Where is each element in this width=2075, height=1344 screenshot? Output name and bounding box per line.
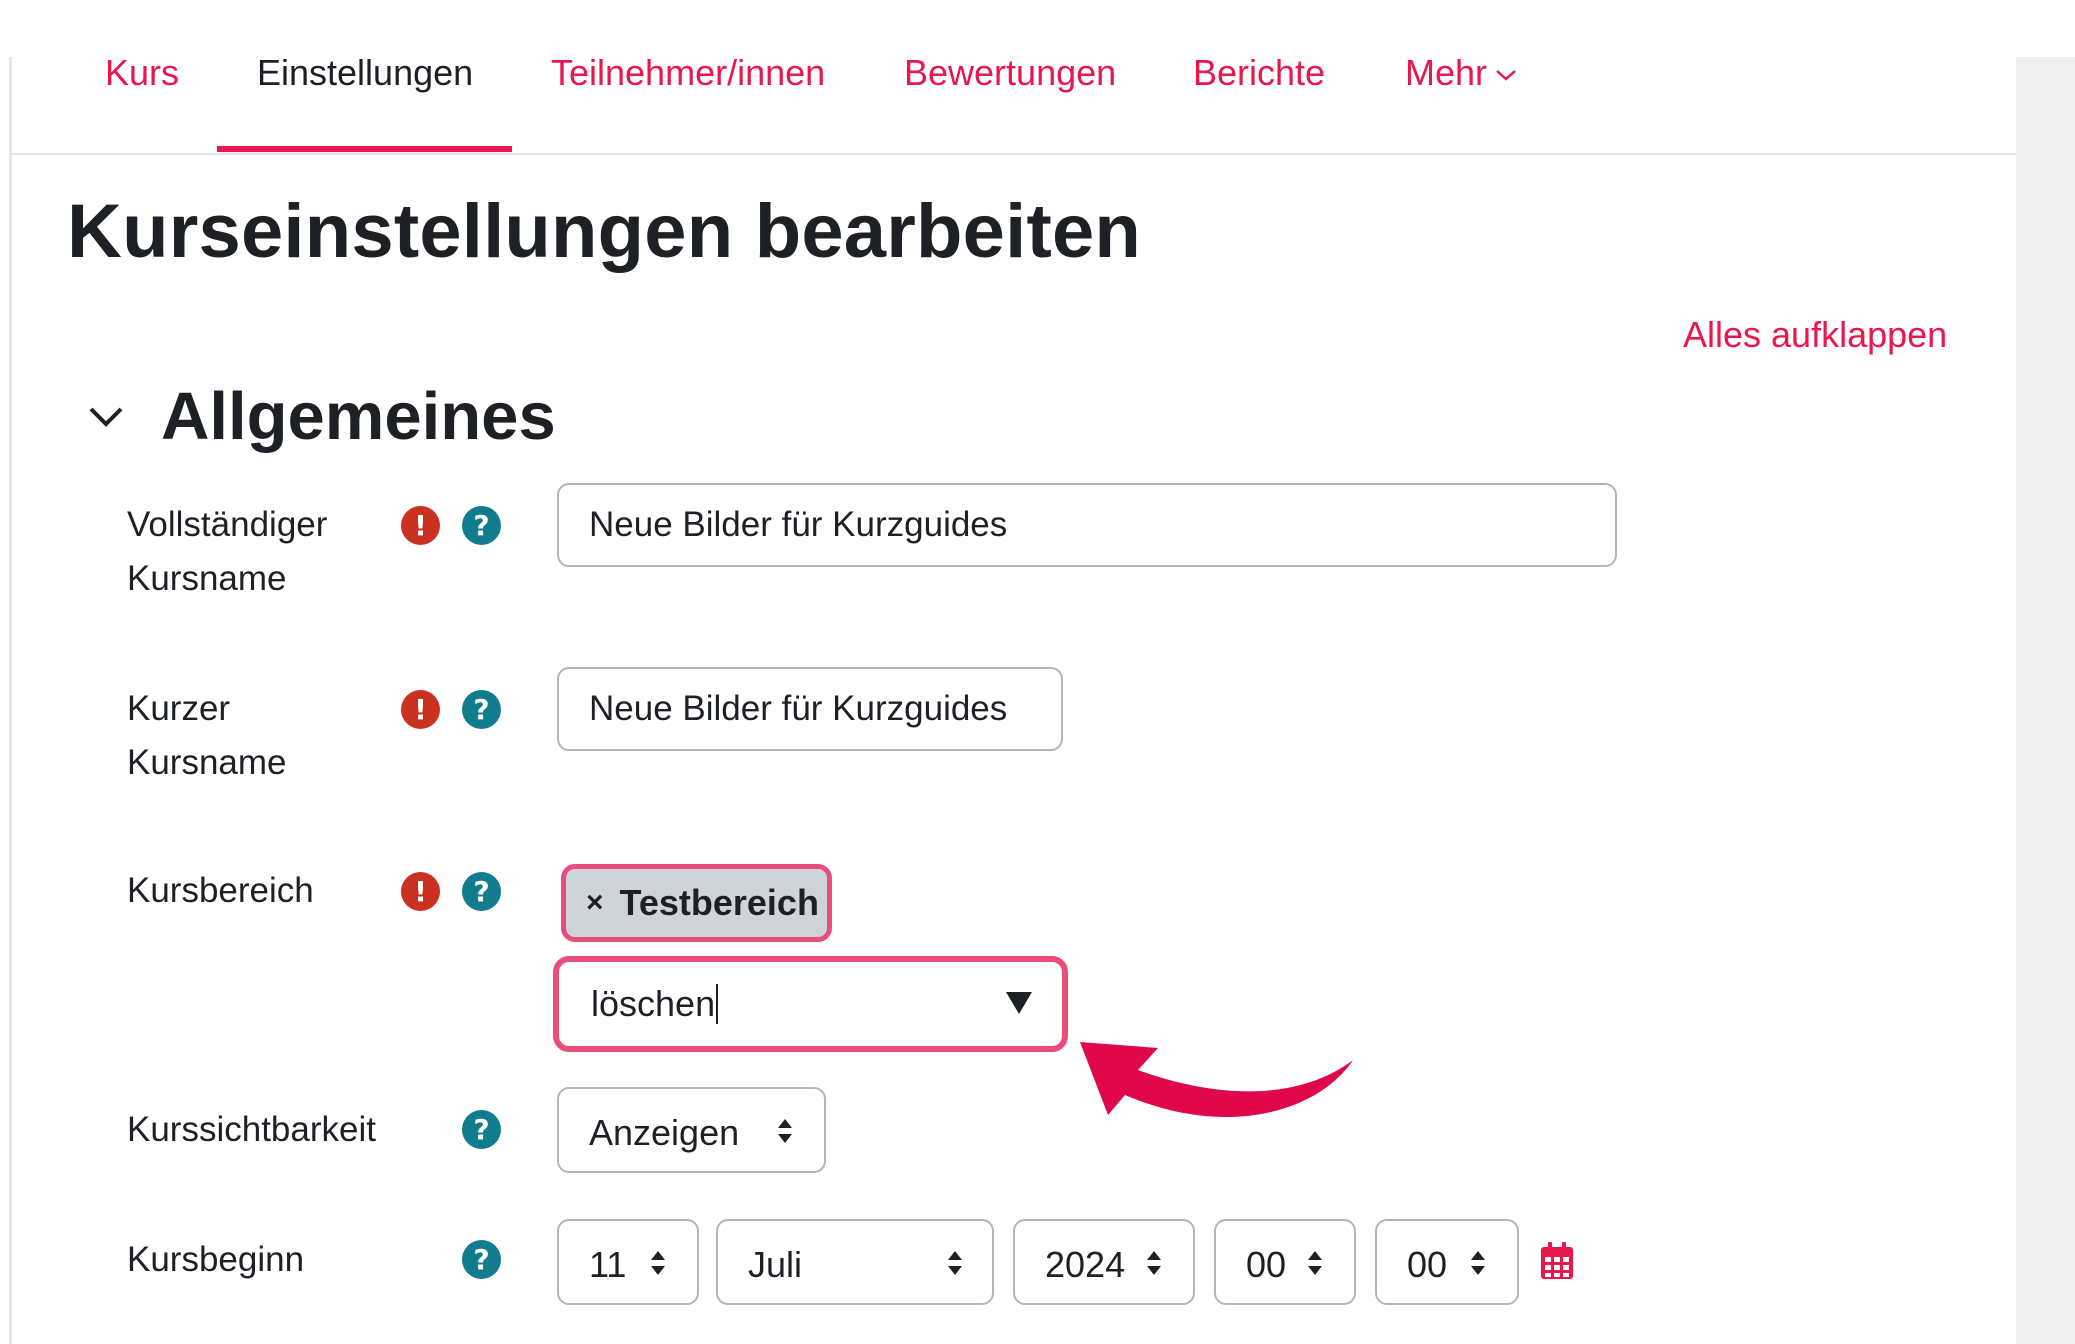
hour-select[interactable]: 00 xyxy=(1214,1219,1356,1305)
sort-updown-icon xyxy=(1147,1251,1161,1275)
category-label: Kursbereich xyxy=(127,871,314,910)
month-select[interactable]: Juli xyxy=(716,1219,994,1305)
section-header-allgemeines[interactable]: Allgemeines xyxy=(83,378,556,455)
shortname-label: Kurzer Kursname xyxy=(127,682,287,790)
category-search-text: löschen xyxy=(591,983,716,1024)
nav-berichte[interactable]: Berichte xyxy=(1193,52,1325,94)
nav-bewertungen[interactable]: Bewertungen xyxy=(904,52,1116,94)
category-search-input[interactable]: löschen xyxy=(553,956,1068,1052)
fullname-input[interactable] xyxy=(557,483,1617,567)
text-cursor xyxy=(716,984,719,1024)
fullname-label-line1: Vollständiger xyxy=(127,505,328,544)
help-icon[interactable]: ? xyxy=(462,872,501,911)
remove-tag-icon[interactable]: × xyxy=(586,886,604,920)
nav-mehr-label: Mehr xyxy=(1405,52,1488,93)
secondary-navigation: Kurs Einstellungen Teilnehmer/innen Bewe… xyxy=(12,0,2016,155)
sort-updown-icon xyxy=(651,1251,665,1275)
chevron-down-icon xyxy=(89,407,123,427)
expand-all-link[interactable]: Alles aufklappen xyxy=(1683,314,1947,356)
nav-mehr[interactable]: Mehr xyxy=(1405,52,1517,94)
sort-updown-icon xyxy=(778,1119,792,1143)
active-tab-indicator xyxy=(217,146,512,152)
year-value: 2024 xyxy=(1045,1244,1126,1285)
calendar-icon[interactable] xyxy=(1540,1242,1574,1280)
page-title: Kurseinstellungen bearbeiten xyxy=(67,189,1142,274)
day-value: 11 xyxy=(589,1244,627,1285)
day-select[interactable]: 11 xyxy=(557,1219,699,1305)
sort-updown-icon xyxy=(1308,1251,1322,1275)
dropdown-arrow-icon[interactable] xyxy=(1005,990,1033,1016)
chevron-down-icon xyxy=(1496,70,1516,81)
selected-category-tag[interactable]: × Testbereich xyxy=(561,864,832,942)
help-icon[interactable]: ? xyxy=(462,1240,501,1279)
month-value: Juli xyxy=(748,1244,803,1285)
help-icon[interactable]: ? xyxy=(462,1110,501,1149)
nav-kurs[interactable]: Kurs xyxy=(105,52,179,94)
selected-category-label: Testbereich xyxy=(619,882,819,923)
year-select[interactable]: 2024 xyxy=(1013,1219,1195,1305)
sort-updown-icon xyxy=(1471,1251,1485,1275)
right-gutter xyxy=(2016,57,2075,1344)
startdate-label: Kursbeginn xyxy=(127,1240,305,1279)
required-icon: ! xyxy=(401,690,440,729)
nav-teilnehmer[interactable]: Teilnehmer/innen xyxy=(551,52,825,94)
sort-updown-icon xyxy=(948,1251,962,1275)
shortname-input[interactable] xyxy=(557,667,1063,751)
fullname-label: Vollständiger Kursname xyxy=(127,498,327,606)
help-icon[interactable]: ? xyxy=(462,506,501,545)
visibility-label: Kurssichtbarkeit xyxy=(127,1110,376,1149)
left-rule xyxy=(9,57,12,1344)
help-icon[interactable]: ? xyxy=(462,690,501,729)
fullname-label-line2: Kursname xyxy=(127,559,287,598)
visibility-value: Anzeigen xyxy=(589,1112,740,1153)
required-icon: ! xyxy=(401,872,440,911)
required-icon: ! xyxy=(401,506,440,545)
minute-select[interactable]: 00 xyxy=(1375,1219,1519,1305)
hour-value: 00 xyxy=(1246,1244,1287,1285)
visibility-select[interactable]: Anzeigen xyxy=(557,1087,826,1173)
minute-value: 00 xyxy=(1407,1244,1448,1285)
section-title: Allgemeines xyxy=(161,379,556,454)
category-search-value: löschen xyxy=(591,983,719,1025)
shortname-label-line1: Kurzer xyxy=(127,689,231,728)
nav-einstellungen[interactable]: Einstellungen xyxy=(257,52,473,94)
shortname-label-line2: Kursname xyxy=(127,743,287,782)
curved-arrow-icon xyxy=(1080,1042,1353,1118)
